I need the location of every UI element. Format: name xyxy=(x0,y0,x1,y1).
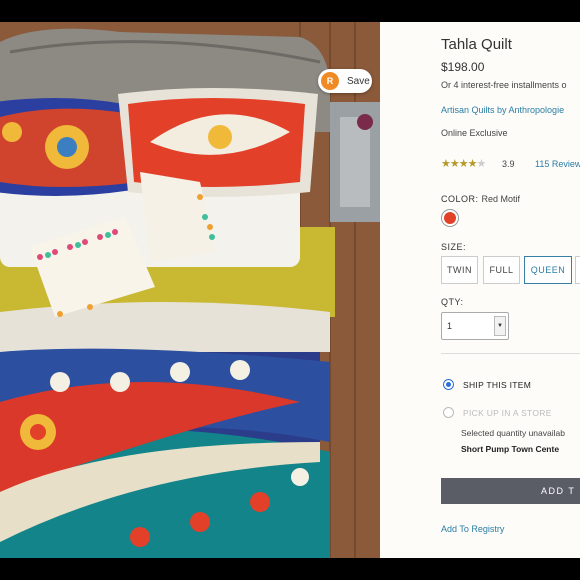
product-details-panel: Tahla Quilt $198.00 Or 4 interest-free i… xyxy=(380,22,580,558)
save-button-label: Save xyxy=(347,75,370,87)
color-label-row: COLOR: Red Motif xyxy=(441,194,520,204)
size-option-queen[interactable]: QUEEN xyxy=(524,256,572,284)
rating-value: 3.9 xyxy=(502,159,515,169)
pickup-radio[interactable] xyxy=(443,407,454,418)
installments-text: Or 4 interest-free installments o xyxy=(441,80,567,90)
size-option-more[interactable] xyxy=(575,256,580,284)
product-price: $198.00 xyxy=(441,60,485,74)
qty-value: 1 xyxy=(447,321,453,331)
pickup-option-label[interactable]: PICK UP IN A STORE xyxy=(463,408,552,418)
product-image[interactable]: R Save xyxy=(0,22,380,558)
add-to-bag-button[interactable]: ADD T xyxy=(441,478,580,504)
color-label: COLOR: xyxy=(441,194,479,204)
availability-text: Online Exclusive xyxy=(441,128,508,138)
color-swatch-red-motif[interactable] xyxy=(441,209,459,227)
color-selected-value: Red Motif xyxy=(481,194,521,204)
screenshot-frame: R Save Tahla Quilt $198.00 Or 4 interest… xyxy=(0,22,580,558)
swatch-fill xyxy=(444,212,456,224)
brand-link[interactable]: Artisan Quilts by Anthropologie xyxy=(441,105,564,115)
qty-select[interactable]: 1 ▼ xyxy=(441,312,509,340)
star-icon: ★ xyxy=(458,158,469,170)
rating-stars: ★★★★★ xyxy=(441,157,487,170)
chevron-down-icon: ▼ xyxy=(494,316,506,336)
add-to-registry-link[interactable]: Add To Registry xyxy=(441,524,504,534)
product-title: Tahla Quilt xyxy=(441,36,512,53)
store-name[interactable]: Short Pump Town Cente xyxy=(461,444,559,454)
ship-radio[interactable] xyxy=(443,379,454,390)
size-option-twin[interactable]: TWIN xyxy=(441,256,478,284)
divider xyxy=(441,353,580,354)
star-empty-icon: ★ xyxy=(476,158,487,170)
star-icon: ★ xyxy=(449,158,460,170)
ship-option-label[interactable]: SHIP THIS ITEM xyxy=(463,380,531,390)
size-label: SIZE: xyxy=(441,242,467,252)
star-icon: ★ xyxy=(467,158,478,170)
save-button[interactable]: R Save xyxy=(318,69,372,93)
save-logo-icon: R xyxy=(321,72,339,90)
star-icon: ★ xyxy=(441,158,451,170)
size-option-full[interactable]: FULL xyxy=(483,256,520,284)
quilt-photo-illustration xyxy=(0,22,380,558)
availability-note: Selected quantity unavailab xyxy=(461,428,565,438)
qty-label: QTY: xyxy=(441,297,464,307)
reviews-link[interactable]: 115 Review xyxy=(535,159,580,169)
